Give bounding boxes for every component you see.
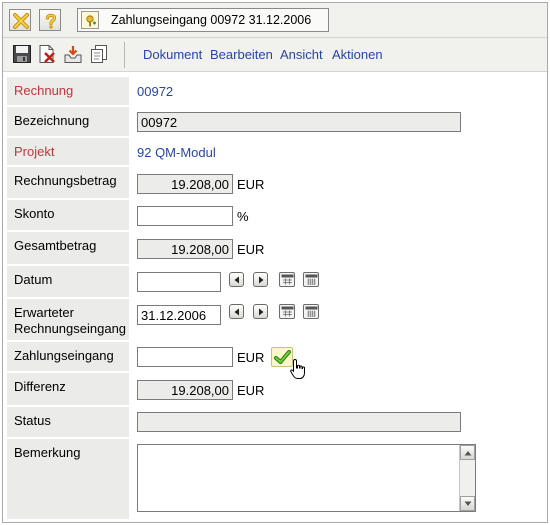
menu-dokument[interactable]: Dokument [143,47,202,62]
rechnung-label: Rechnung [14,83,74,98]
datum-prev-button[interactable] [229,272,244,287]
arrow-left-icon [234,308,239,316]
row-rechnungsbetrag: Rechnungsbetrag EUR [7,167,547,199]
skonto-unit: % [237,209,249,224]
status-label: Status [14,413,51,428]
datum-next-button[interactable] [253,272,268,287]
help-question-icon [45,13,57,29]
erwarteter-label-line1: Erwarteter [14,305,74,320]
scroll-down-button[interactable] [460,496,475,511]
rechnungsbetrag-field[interactable] [137,174,233,194]
app-window: Zahlungseingang 00972 31.12.2006 Dokumen… [2,2,548,523]
bezeichnung-label: Bezeichnung [14,113,90,128]
skonto-field[interactable] [137,206,233,226]
gesamtbetrag-field[interactable] [137,239,233,259]
bemerkung-label: Bemerkung [14,445,81,460]
bezeichnung-field[interactable] [137,112,461,132]
erwarteter-month-calendar-button[interactable] [303,304,319,319]
copy-documents-icon[interactable] [89,44,109,64]
row-gesamtbetrag: Gesamtbetrag EUR [7,232,547,265]
menu-aktionen[interactable]: Aktionen [332,47,383,62]
erwarteter-field[interactable] [137,305,221,325]
datum-week-calendar-button[interactable] [279,272,295,287]
gesamtbetrag-label: Gesamtbetrag [14,238,97,253]
calendar-month-icon [305,306,318,317]
row-bezeichnung: Bezeichnung [7,107,547,137]
window-titlebar: Zahlungseingang 00972 31.12.2006 [3,3,547,38]
datum-label: Datum [14,272,53,287]
differenz-unit: EUR [237,383,265,398]
row-skonto: Skonto % [7,200,547,231]
document-tab[interactable]: Zahlungseingang 00972 31.12.2006 [77,8,329,32]
menu-ansicht[interactable]: Ansicht [280,47,323,62]
row-status: Status [7,407,547,438]
status-field[interactable] [137,412,461,432]
tab-title: Zahlungseingang 00972 31.12.2006 [111,13,312,27]
rechnung-link[interactable]: 00972 [137,84,173,99]
erwarteter-label: Erwarteter Rechnungseingang [14,305,126,337]
projekt-link[interactable]: 92 QM-Modul [137,145,216,160]
gesamtbetrag-unit: EUR [237,242,265,257]
scroll-down-arrow-icon [464,501,472,506]
arrow-right-icon [259,308,264,316]
toolbar-separator [124,42,125,68]
toolbar: Dokument Bearbeiten Ansicht Aktionen [3,38,547,72]
skonto-label: Skonto [14,206,55,221]
differenz-field[interactable] [137,380,233,400]
datum-field[interactable] [137,272,221,292]
delete-document-icon[interactable] [37,44,57,64]
erwarteter-week-calendar-button[interactable] [279,304,295,319]
row-differenz: Differenz EUR [7,373,547,406]
row-datum: Datum [7,266,547,298]
close-x-icon [13,13,29,29]
erwarteter-next-button[interactable] [253,304,268,319]
payment-document-icon [81,11,99,29]
row-zahlungseingang: Zahlungseingang EUR [7,342,547,379]
datum-month-calendar-button[interactable] [303,272,319,287]
export-tray-icon[interactable] [63,44,83,64]
row-bemerkung: Bemerkung [7,439,547,520]
zahlungseingang-field[interactable] [137,347,233,367]
zahlungseingang-unit: EUR [237,350,265,365]
scroll-up-arrow-icon [464,451,472,456]
rechnungsbetrag-label: Rechnungsbetrag [14,173,117,188]
close-button[interactable] [9,9,31,31]
calendar-month-icon [305,274,318,285]
row-projekt: Projekt 92 QM-Modul [7,138,547,166]
zahlungseingang-label: Zahlungseingang [14,348,114,363]
scroll-up-button[interactable] [460,445,475,460]
differenz-label: Differenz [14,379,66,394]
rechnungsbetrag-unit: EUR [237,177,265,192]
bemerkung-scrollbar[interactable] [459,445,475,511]
arrow-right-icon [259,276,264,284]
bemerkung-textarea[interactable] [137,444,476,512]
arrow-left-icon [234,276,239,284]
calendar-week-icon [281,306,294,317]
row-erwarteter-rechnungseingang: Erwarteter Rechnungseingang [7,299,547,341]
erwarteter-prev-button[interactable] [229,304,244,319]
menu-bearbeiten[interactable]: Bearbeiten [210,47,273,62]
help-button[interactable] [39,9,61,31]
erwarteter-label-line2: Rechnungseingang [14,321,127,336]
calendar-week-icon [281,274,294,285]
projekt-label: Projekt [14,144,55,159]
save-disk-icon[interactable] [12,44,32,64]
row-rechnung: Rechnung 00972 [7,77,547,106]
